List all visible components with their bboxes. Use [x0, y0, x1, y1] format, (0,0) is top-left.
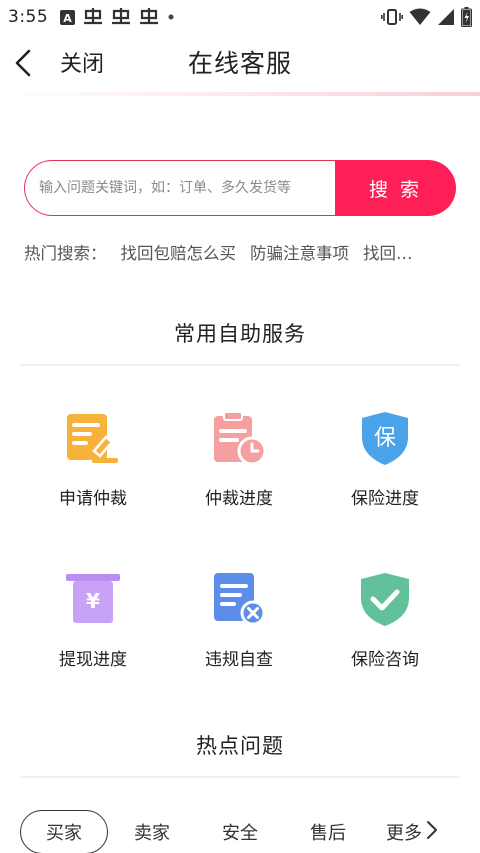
page: 3:55 A 关闭 在线客服 输入问题关键词，如：订单、多久发货等 搜 索 热门… [0, 0, 480, 853]
close-button[interactable]: 关闭 [60, 46, 104, 78]
chevron-right-icon [426, 820, 438, 845]
tab-buyer[interactable]: 买家 [20, 810, 108, 853]
service-apply-arbitration[interactable]: 申请仲裁 [20, 408, 166, 509]
tab-seller[interactable]: 卖家 [108, 819, 196, 845]
hot-topics-title: 热点问题 [196, 734, 284, 758]
self-service-title: 常用自助服务 [174, 322, 306, 346]
service-insurance-progress[interactable]: 保 保险进度 [312, 408, 458, 509]
search-input[interactable] [39, 180, 335, 196]
section-divider [20, 364, 460, 366]
hot-search-keyword[interactable]: 找回包赔怎么买 [121, 240, 237, 264]
section-divider [20, 776, 460, 778]
service-label: 保险进度 [351, 489, 419, 509]
a-badge-icon: A [60, 9, 76, 25]
tab-more[interactable]: 更多 [372, 819, 452, 845]
tab-security[interactable]: 安全 [196, 819, 284, 845]
service-withdraw-progress[interactable]: ¥ 提现进度 [20, 569, 166, 670]
service-label: 保险咨询 [351, 650, 419, 670]
service-insurance-consult[interactable]: 保险咨询 [312, 569, 458, 670]
header: 关闭 在线客服 [0, 34, 480, 92]
hot-topics-tabs: 买家 卖家 安全 售后 更多 [20, 810, 480, 853]
svg-text:A: A [63, 12, 72, 25]
service-label: 申请仲裁 [59, 489, 127, 509]
notification-icons: A [60, 8, 175, 26]
hot-search: 热门搜索： 找回包赔怎么买 防骗注意事项 找回… [24, 238, 464, 266]
hot-search-keyword[interactable]: 防骗注意事项 [250, 240, 349, 264]
arbitration-icon [63, 408, 123, 468]
chinese-glyph-icon [139, 8, 159, 26]
header-divider [0, 92, 480, 96]
service-label: 提现进度 [59, 650, 127, 670]
status-right-icons [381, 0, 472, 34]
service-label: 仲裁进度 [205, 489, 273, 509]
clipboard-clock-icon [209, 408, 269, 468]
document-x-icon [209, 569, 269, 629]
search-button[interactable]: 搜 索 [335, 160, 456, 216]
service-label: 违规自查 [205, 650, 273, 670]
search-input-wrap [24, 160, 335, 216]
svg-text:¥: ¥ [86, 589, 100, 613]
service-arbitration-progress[interactable]: 仲裁进度 [166, 408, 312, 509]
tab-after-sales[interactable]: 售后 [284, 819, 372, 845]
tab-more-label: 更多 [386, 823, 422, 844]
vibrate-icon [381, 8, 403, 26]
check-shield-icon [355, 569, 415, 629]
chevron-left-icon[interactable] [10, 48, 36, 78]
service-violation-check[interactable]: 违规自查 [166, 569, 312, 670]
status-bar: 3:55 A [0, 0, 480, 34]
self-service-grid: 申请仲裁 仲裁进度 保 保险进度 ¥ 提现进度 违规自查 保险咨询 [20, 408, 460, 670]
chinese-glyph-icon [83, 8, 103, 26]
hot-search-label: 热门搜索： [24, 244, 107, 263]
signal-icon [437, 8, 455, 26]
insurance-shield-icon: 保 [355, 408, 415, 468]
dot-icon [167, 13, 175, 21]
svg-text:保: 保 [374, 426, 396, 451]
battery-icon [461, 7, 472, 27]
status-time: 3:55 [8, 7, 49, 27]
withdraw-icon: ¥ [63, 569, 123, 629]
page-title: 在线客服 [188, 49, 293, 78]
hot-search-keyword[interactable]: 找回… [363, 240, 413, 264]
search-bar: 搜 索 [24, 160, 456, 216]
wifi-icon [409, 8, 431, 26]
chinese-glyph-icon [111, 8, 131, 26]
